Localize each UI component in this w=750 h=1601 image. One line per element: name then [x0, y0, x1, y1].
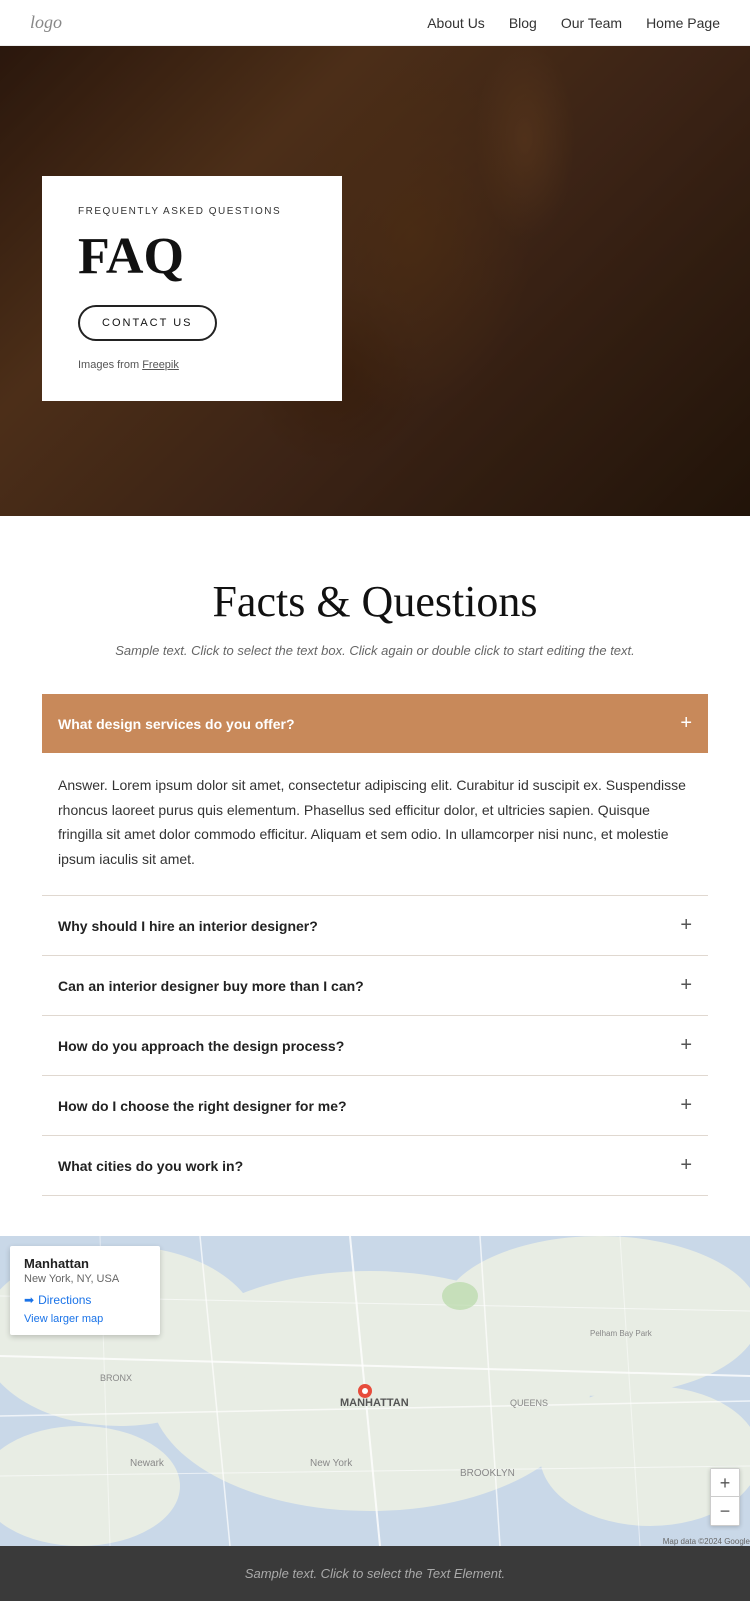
- faq-item-header-2[interactable]: Can an interior designer buy more than I…: [42, 956, 708, 1015]
- footer: Sample text. Click to select the Text El…: [0, 1546, 750, 1601]
- map-place-addr: New York, NY, USA: [24, 1273, 146, 1285]
- faq-item-header-4[interactable]: How do I choose the right designer for m…: [42, 1076, 708, 1135]
- faq-plus-icon-1: +: [680, 914, 692, 937]
- faq-item-header-1[interactable]: Why should I hire an interior designer? …: [42, 896, 708, 955]
- faq-question-5: What cities do you work in?: [58, 1158, 243, 1174]
- nav-blog[interactable]: Blog: [509, 15, 537, 31]
- faq-subtitle: Sample text. Click to select the text bo…: [20, 643, 730, 658]
- faq-plus-icon-5: +: [680, 1154, 692, 1177]
- faq-section: Facts & Questions Sample text. Click to …: [0, 516, 750, 1236]
- faq-item-2: Can an interior designer buy more than I…: [42, 956, 708, 1016]
- svg-text:Map data ©2024 Google: Map data ©2024 Google: [663, 1537, 750, 1546]
- faq-question-4: How do I choose the right designer for m…: [58, 1098, 347, 1114]
- zoom-in-button[interactable]: +: [711, 1469, 739, 1497]
- logo: logo: [30, 12, 62, 33]
- faq-plus-icon-active: +: [680, 712, 692, 735]
- navbar: logo About Us Blog Our Team Home Page: [0, 0, 750, 46]
- hero-subtitle: Frequently Asked Questions: [78, 206, 306, 217]
- directions-icon: ➡: [24, 1293, 34, 1307]
- faq-item-header-5[interactable]: What cities do you work in? +: [42, 1136, 708, 1195]
- image-credit-prefix: Images from: [78, 359, 142, 371]
- faq-active-question: What design services do you offer?: [58, 716, 295, 732]
- map-zoom-controls: + −: [710, 1468, 740, 1526]
- contact-us-button[interactable]: CONTACT US: [78, 305, 217, 341]
- faq-plus-icon-3: +: [680, 1034, 692, 1057]
- svg-text:BROOKLYN: BROOKLYN: [460, 1468, 515, 1479]
- freepik-link[interactable]: Freepik: [142, 359, 179, 371]
- svg-text:BRONX: BRONX: [100, 1373, 132, 1383]
- map-placeholder: MANHATTAN New York BROOKLYN QUEENS BRONX…: [0, 1236, 750, 1546]
- hero-title: FAQ: [78, 231, 306, 283]
- faq-question-2: Can an interior designer buy more than I…: [58, 978, 364, 994]
- faq-question-3: How do you approach the design process?: [58, 1038, 344, 1054]
- map-infobox: Manhattan New York, NY, USA ➡ Directions…: [10, 1246, 160, 1335]
- faq-plus-icon-2: +: [680, 974, 692, 997]
- svg-text:New York: New York: [310, 1458, 353, 1469]
- faq-item-3: How do you approach the design process? …: [42, 1016, 708, 1076]
- map-section: MANHATTAN New York BROOKLYN QUEENS BRONX…: [0, 1236, 750, 1546]
- faq-active-answer: Answer. Lorem ipsum dolor sit amet, cons…: [42, 753, 708, 895]
- hero-section: Frequently Asked Questions FAQ CONTACT U…: [0, 46, 750, 516]
- nav-team[interactable]: Our Team: [561, 15, 622, 31]
- faq-item-active: What design services do you offer? + Ans…: [42, 694, 708, 896]
- faq-item-4: How do I choose the right designer for m…: [42, 1076, 708, 1136]
- faq-title: Facts & Questions: [20, 576, 730, 627]
- image-credit: Images from Freepik: [78, 359, 306, 371]
- nav-links: About Us Blog Our Team Home Page: [427, 15, 720, 31]
- faq-item-1: Why should I hire an interior designer? …: [42, 896, 708, 956]
- faq-item-5: What cities do you work in? +: [42, 1136, 708, 1196]
- faq-question-1: Why should I hire an interior designer?: [58, 918, 318, 934]
- svg-text:Pelham Bay Park: Pelham Bay Park: [590, 1329, 653, 1338]
- svg-text:QUEENS: QUEENS: [510, 1398, 548, 1408]
- footer-text: Sample text. Click to select the Text El…: [20, 1566, 730, 1581]
- hero-card: Frequently Asked Questions FAQ CONTACT U…: [42, 176, 342, 401]
- directions-button[interactable]: ➡ Directions: [24, 1293, 146, 1307]
- faq-item-header-active[interactable]: What design services do you offer? +: [42, 694, 708, 753]
- map-place-name: Manhattan: [24, 1256, 146, 1271]
- nav-home[interactable]: Home Page: [646, 15, 720, 31]
- zoom-out-button[interactable]: −: [711, 1497, 739, 1525]
- svg-text:Newark: Newark: [130, 1458, 165, 1469]
- svg-text:MANHATTAN: MANHATTAN: [340, 1397, 409, 1409]
- view-larger-map-link[interactable]: View larger map: [24, 1313, 103, 1325]
- directions-label: Directions: [38, 1293, 91, 1307]
- faq-item-header-3[interactable]: How do you approach the design process? …: [42, 1016, 708, 1075]
- nav-about[interactable]: About Us: [427, 15, 485, 31]
- faq-plus-icon-4: +: [680, 1094, 692, 1117]
